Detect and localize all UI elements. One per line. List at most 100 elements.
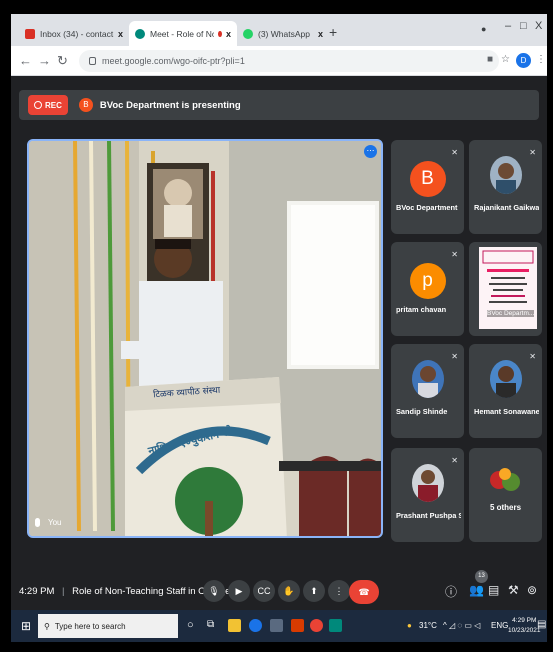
store-icon[interactable] [270,619,283,632]
cortana-icon[interactable]: ○ [187,619,194,631]
browser-menu-icon[interactable]: ⋮ [536,54,546,65]
tab-whatsapp[interactable]: (3) WhatsApp x [237,21,329,46]
bookmark-star-icon[interactable]: ☆ [501,54,510,65]
avatar [489,360,522,398]
camera-toggle-button[interactable]: ▶ [228,580,250,602]
new-tab-button[interactable]: + [329,24,337,40]
participant-name: BVoc Department [396,203,458,212]
close-tab-icon[interactable]: x [114,29,123,39]
participant-tile[interactable]: ✕ Rajanikant Gaikwad [469,140,542,234]
self-name: You [48,518,62,527]
maximize-button[interactable]: □ [520,20,527,32]
mic-off-icon: ✕ [451,352,458,361]
presenting-bar: REC B BVoc Department is presenting [19,90,539,120]
office-icon[interactable] [291,619,304,632]
avatar [411,360,444,398]
mic-off-icon: ✕ [451,250,458,259]
avatar: B [409,161,446,197]
minimize-button[interactable]: – [505,20,511,32]
tab-gmail[interactable]: Inbox (34) - contact@dbacap.edu x [19,21,129,46]
tab-label: (3) WhatsApp [258,28,310,39]
language-indicator[interactable]: ENG [491,621,508,630]
mic-off-icon: ✕ [451,456,458,465]
windows-start-icon[interactable]: ⊞ [21,619,31,633]
taskbar-search[interactable]: ⚲ Type here to search [38,614,178,638]
lock-icon [89,57,96,65]
reload-icon[interactable]: ↻ [57,53,68,69]
close-tab-icon[interactable]: x [222,29,231,39]
weather-icon: ● [407,621,412,630]
raise-hand-button[interactable]: ✋ [278,580,300,602]
close-window-button[interactable]: X [535,20,542,32]
file-explorer-icon[interactable] [228,619,241,632]
camera-in-use-icon[interactable]: ■ [487,54,493,65]
participant-name: Rajanikant Gaikwad [474,203,539,212]
participant-name: Hemant Sonawane [474,407,539,416]
more-options-button[interactable]: ⋮ [328,580,350,602]
browser-window: Inbox (34) - contact@dbacap.edu x Meet -… [11,14,547,642]
search-placeholder: Type here to search [54,621,126,631]
forward-arrow-icon[interactable]: → [38,53,51,68]
captions-button[interactable]: CC [253,580,275,602]
url-text: meet.google.com/wgo-oifc-ptr?pli=1 [102,56,245,66]
avatar: p [409,263,446,299]
tray-icons[interactable]: ^ ◿ ◌ ▭ ◁ [443,621,480,630]
mic-off-icon: ✕ [529,352,536,361]
taskbar-clock[interactable]: 4:29 PM 10/23/2021 [508,616,541,636]
gmail-icon [25,28,35,39]
meet-icon [135,28,145,39]
participant-tile-screen[interactable]: BVoc Departm... [469,242,542,336]
activities-icon[interactable]: ⚒ [508,583,519,597]
whatsapp-icon [243,28,253,39]
edge-icon[interactable] [249,619,262,632]
self-label: You [35,518,62,527]
tab-meet[interactable]: Meet - Role of Non-Teaching x [129,21,237,46]
avatar [489,156,522,194]
leave-call-button[interactable]: ☎ [349,580,379,604]
mic-icon [35,518,40,527]
meeting-time: 4:29 PM [19,586,55,597]
others-avatars [490,468,520,491]
tab-label: Inbox (34) - contact@dbacap.edu [40,28,114,39]
mic-off-icon: ✕ [529,148,536,157]
tab-strip: Inbox (34) - contact@dbacap.edu x Meet -… [11,14,547,46]
rec-label: REC [45,100,62,110]
participant-tile[interactable]: ✕ B BVoc Department [391,140,464,234]
close-tab-icon[interactable]: x [314,29,323,39]
meet-taskbar-icon[interactable] [329,619,342,632]
participant-name: Prashant Pushpa Sub... [396,511,461,520]
rec-indicator: REC [28,95,68,115]
notifications-icon[interactable]: ▤ [537,619,546,630]
main-video[interactable]: टिळक व्यापीठ संस्था नाशिक एज्युकेशन सो. … [27,139,383,538]
address-bar[interactable]: meet.google.com/wgo-oifc-ptr?pli=1 [79,50,499,72]
mic-toggle-button[interactable]: 🎙 [203,580,225,602]
chrome-menu-icon[interactable]: ● [481,24,486,34]
presenting-text: BVoc Department is presenting [99,99,241,111]
others-tile[interactable]: 5 others [469,448,542,542]
participant-tile[interactable]: ✕ Hemant Sonawane [469,344,542,438]
profile-avatar[interactable]: D [516,53,531,68]
chrome-icon[interactable] [310,619,323,632]
presenter-avatar: B [78,98,93,112]
chat-icon[interactable]: ▤ [488,583,499,597]
others-count: 5 others [489,503,522,512]
meet-area: REC B BVoc Department is presenting टिळक… [11,76,547,642]
browser-toolbar: ← → ↻ meet.google.com/wgo-oifc-ptr?pli=1… [11,46,547,76]
people-icon[interactable]: 👥 [469,583,484,597]
present-now-button[interactable]: ⬆ [303,580,325,602]
search-icon: ⚲ [44,621,50,631]
slide-caption: BVoc Departm... [487,310,535,317]
windows-taskbar: ⊞ ⚲ Type here to search ○ ⧉ ● 31°C ^ ◿ ◌… [11,610,547,642]
participant-tile[interactable]: ✕ Prashant Pushpa Sub... [391,448,464,542]
back-arrow-icon[interactable]: ← [19,53,32,68]
participant-tile[interactable]: ✕ p pritam chavan [391,242,464,336]
host-controls-icon[interactable]: ⊚ [527,583,537,597]
record-icon [34,101,42,109]
task-view-icon[interactable]: ⧉ [207,619,214,630]
taskbar-date: 10/23/2021 [508,627,541,634]
meeting-details-icon[interactable]: ⓘ [445,583,457,600]
mic-off-icon: ✕ [451,148,458,157]
speaker-video-scene [29,141,381,536]
more-options-icon[interactable]: ⋯ [364,145,377,158]
participant-tile[interactable]: ✕ Sandip Shinde [391,344,464,438]
